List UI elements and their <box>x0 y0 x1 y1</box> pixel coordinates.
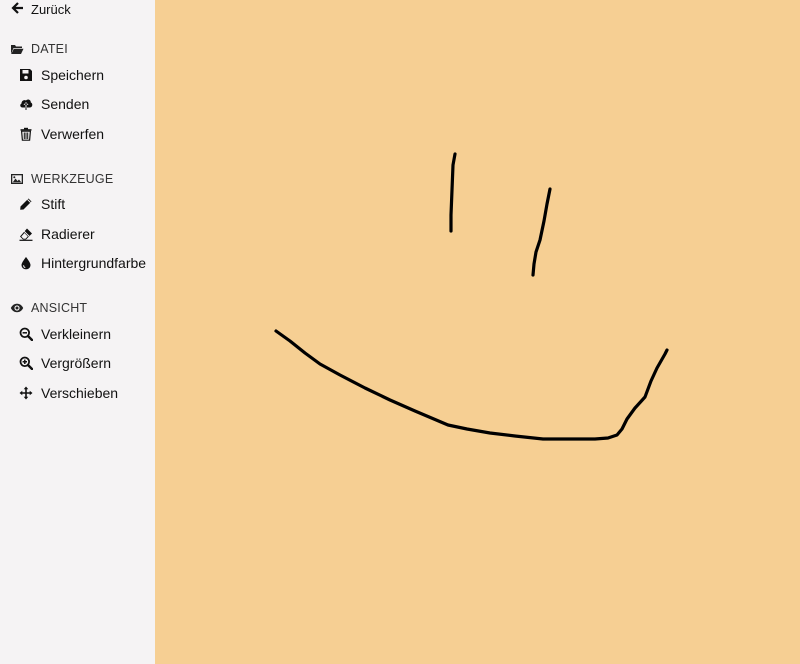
zoom-out-icon <box>19 327 33 341</box>
menu-item-label: Verwerfen <box>41 125 105 142</box>
cloud-upload-icon <box>20 99 33 111</box>
section-header-datei: DATEI <box>0 38 155 60</box>
menu-item-label: Vergrößern <box>41 355 112 372</box>
droplet-icon <box>21 257 31 270</box>
section-title: ANSICHT <box>31 301 88 315</box>
section-header-ansicht: ANSICHT <box>0 297 155 319</box>
menu-item-save[interactable]: Speichern <box>0 60 155 90</box>
floppy-disk-icon <box>20 68 32 81</box>
section-werkzeuge: WERKZEUGE Stift Radierer Hintergrundfarb… <box>0 168 155 279</box>
section-datei: DATEI Speichern Senden Verwerfen <box>0 38 155 149</box>
eye-icon <box>10 303 24 313</box>
menu-item-zoom-out[interactable]: Verkleinern <box>0 319 155 349</box>
section-title: DATEI <box>31 42 68 56</box>
drawn-stroke-mouth <box>274 329 669 441</box>
menu-item-label: Verschieben <box>41 384 119 401</box>
menu-item-label: Radierer <box>41 225 95 242</box>
move-arrows-icon <box>19 386 33 400</box>
menu-item-label: Verkleinern <box>41 325 112 342</box>
trash-icon <box>20 127 32 141</box>
eraser-icon <box>19 228 33 241</box>
folder-open-icon <box>11 45 24 54</box>
section-ansicht: ANSICHT Verkleinern Vergrößern Verschieb… <box>0 297 155 408</box>
menu-item-pan[interactable]: Verschieben <box>0 378 155 408</box>
back-button[interactable]: Zurück <box>0 0 155 18</box>
drawn-stroke-right-eye <box>531 187 552 277</box>
sidebar: Zurück DATEI Speichern Senden Verwerfen … <box>0 0 155 664</box>
drawing-layer <box>274 152 669 441</box>
menu-item-pen[interactable]: Stift <box>0 190 155 220</box>
menu-item-send[interactable]: Senden <box>0 90 155 120</box>
section-header-werkzeuge: WERKZEUGE <box>0 168 155 190</box>
image-icon <box>11 173 23 184</box>
menu-item-background-color[interactable]: Hintergrundfarbe <box>0 249 155 279</box>
menu-item-label: Senden <box>41 96 90 113</box>
menu-item-label: Hintergrundfarbe <box>41 255 147 272</box>
drawing-canvas[interactable] <box>155 0 800 664</box>
menu-item-eraser[interactable]: Radierer <box>0 219 155 249</box>
drawn-stroke-left-eye <box>449 152 457 233</box>
section-title: WERKZEUGE <box>31 171 114 186</box>
pencil-icon <box>20 198 32 211</box>
menu-item-zoom-in[interactable]: Vergrößern <box>0 349 155 379</box>
zoom-in-icon <box>19 356 33 371</box>
menu-item-label: Speichern <box>41 66 105 83</box>
arrow-left-icon <box>11 2 23 14</box>
menu-item-label: Stift <box>41 196 66 213</box>
menu-item-discard[interactable]: Verwerfen <box>0 119 155 149</box>
back-label: Zurück <box>31 1 71 17</box>
